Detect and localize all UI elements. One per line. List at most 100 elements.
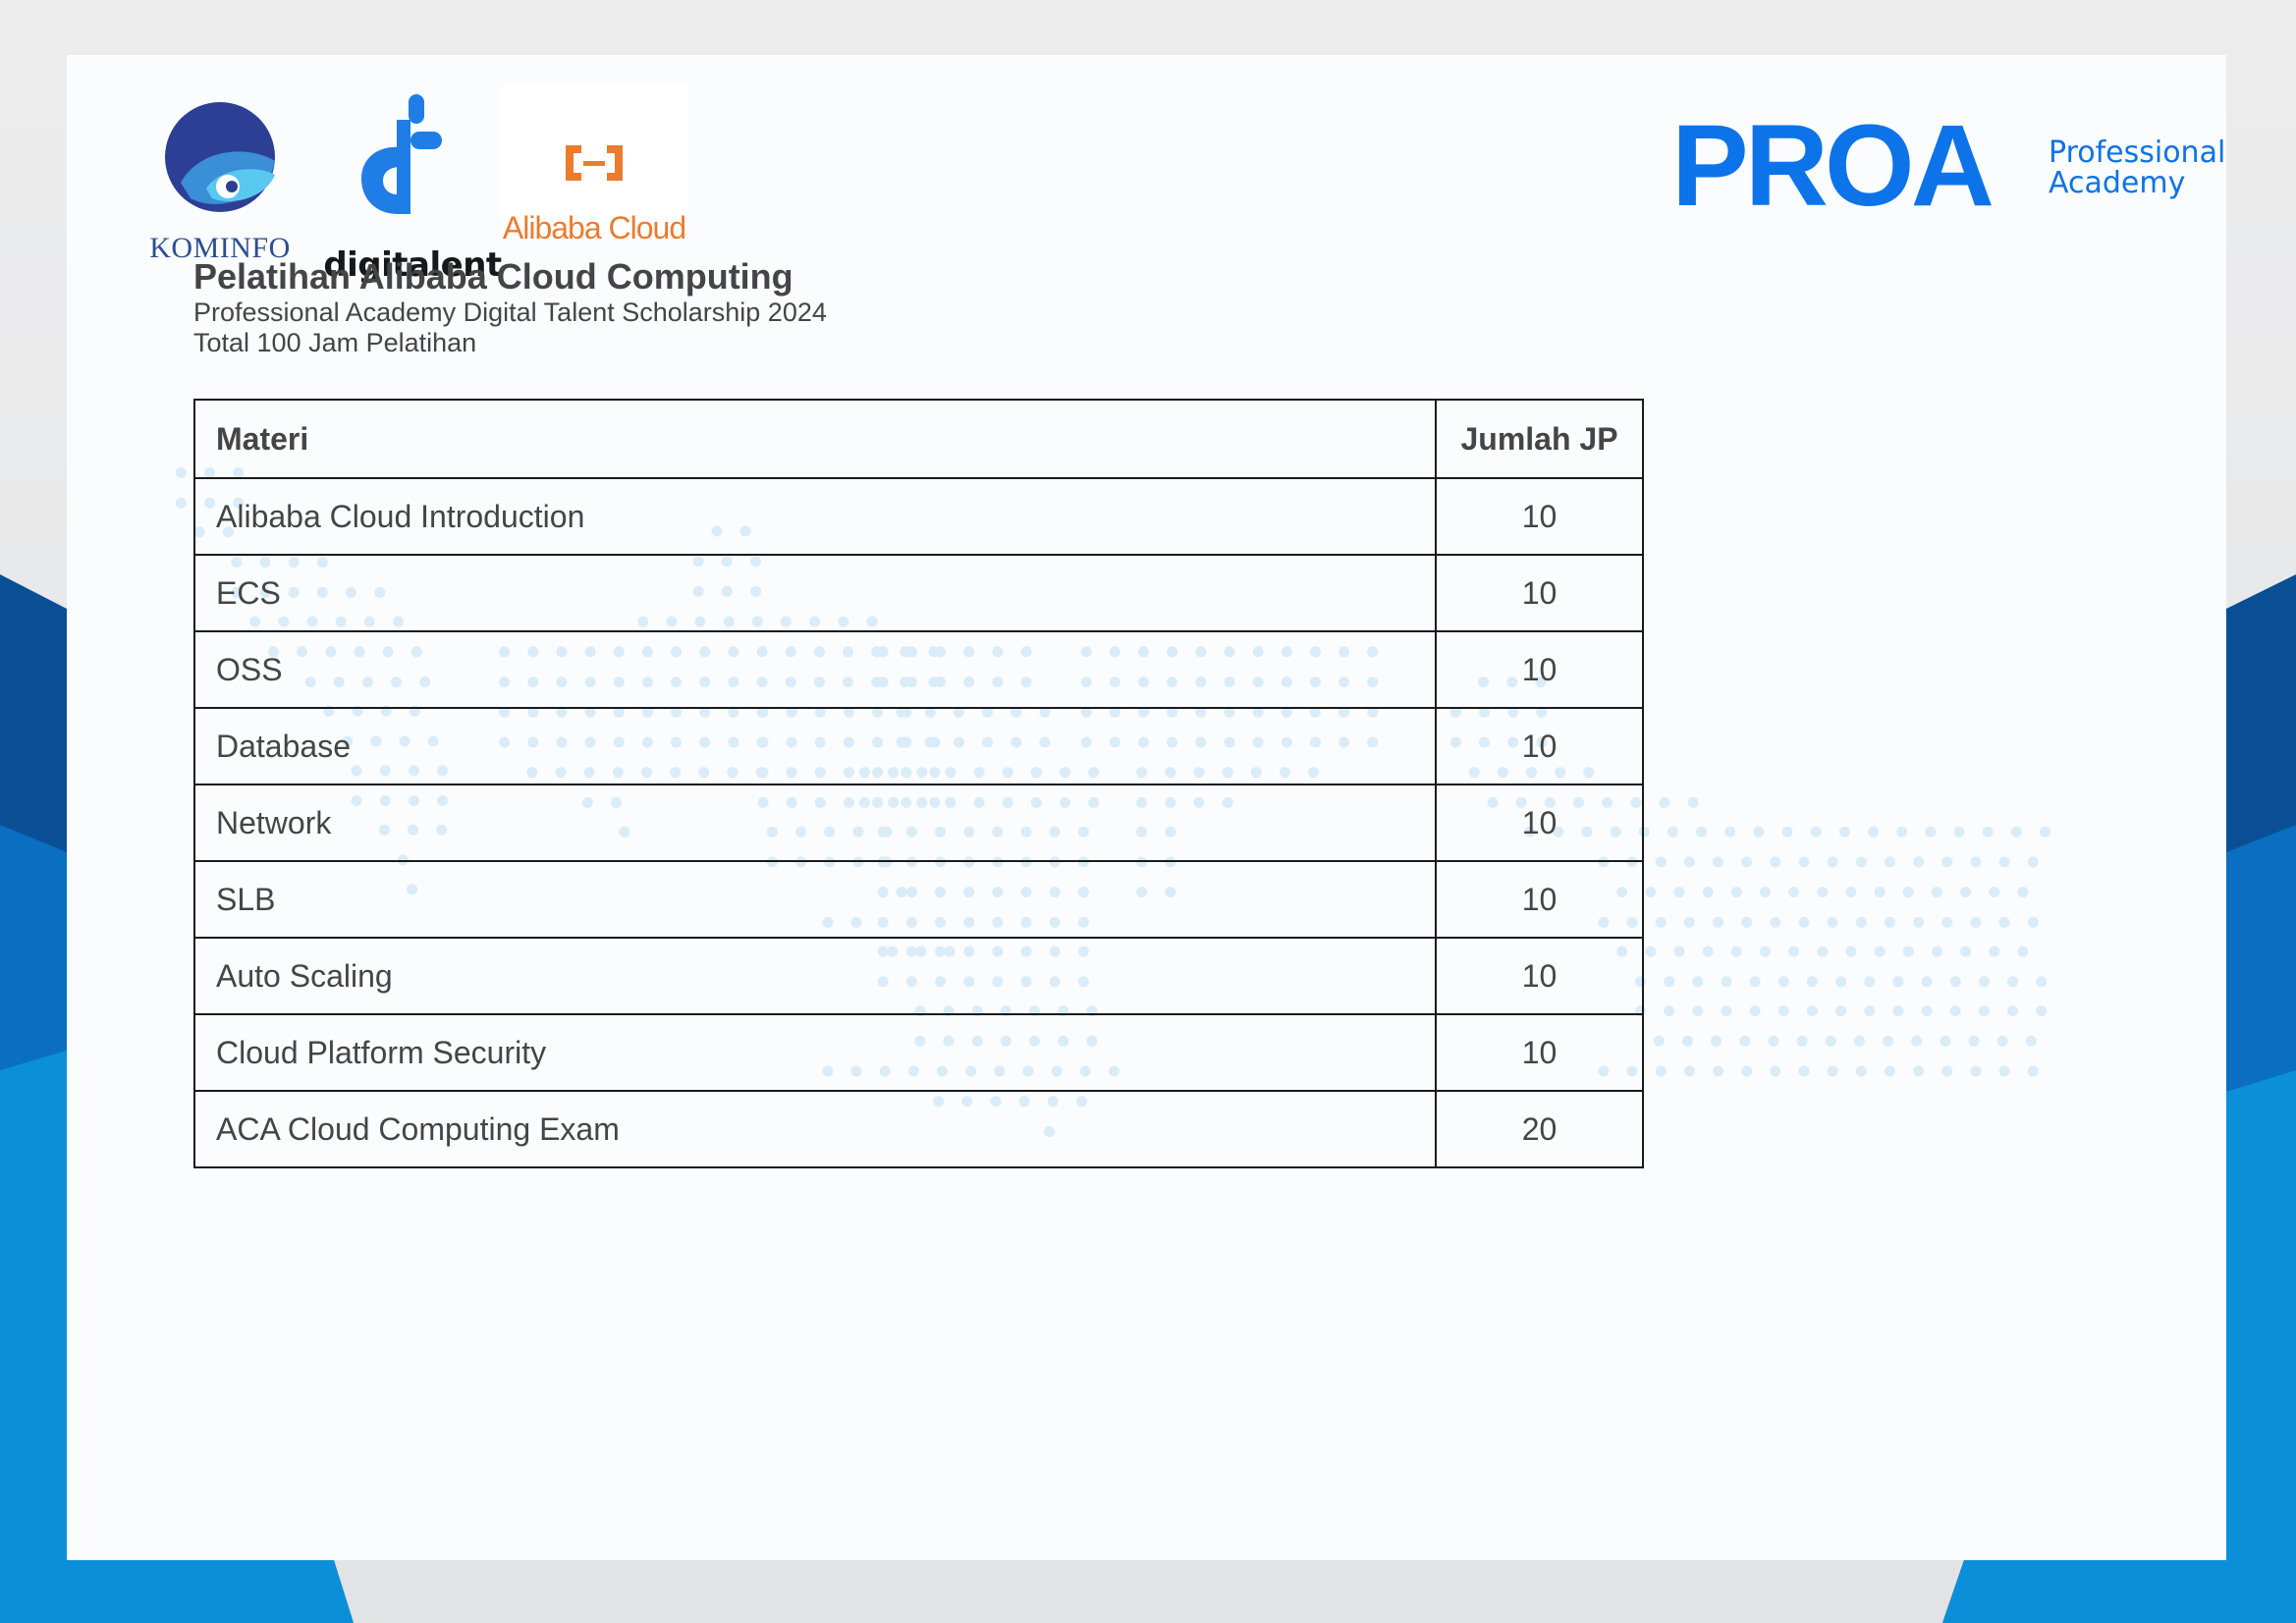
map-dot <box>1827 916 1838 928</box>
table-row: SLB 10 <box>193 860 1644 939</box>
map-dot <box>1806 976 1818 988</box>
map-dot <box>1655 916 1667 928</box>
map-dot <box>1835 1005 1847 1017</box>
proa-wordmark: PROA <box>1671 101 1995 231</box>
map-dot <box>2027 916 2039 928</box>
map-dot <box>1645 887 1657 898</box>
map-dot <box>1683 1065 1695 1077</box>
map-dot <box>1711 1035 1722 1047</box>
map-dot <box>2025 1035 2037 1047</box>
map-dot <box>1817 946 1829 957</box>
map-dot <box>1730 887 1742 898</box>
map-dot <box>1749 976 1761 988</box>
alibaba-cloud-logo: Alibaba Cloud <box>501 84 687 245</box>
map-dot <box>1770 916 1781 928</box>
map-dot <box>1653 1035 1665 1047</box>
map-dot <box>1838 826 1850 838</box>
kominfo-emblem-icon <box>165 102 275 212</box>
map-dot <box>1913 916 1925 928</box>
map-dot <box>1845 946 1857 957</box>
alibaba-cloud-bracket-icon <box>566 145 623 181</box>
table-row: Network 10 <box>193 784 1644 862</box>
map-dot <box>1874 946 1886 957</box>
map-dot <box>1892 1005 1904 1017</box>
map-dot <box>1968 1035 1980 1047</box>
map-dot <box>1921 1005 1933 1017</box>
cell-jp: 10 <box>1435 554 1644 632</box>
map-dot <box>1810 826 1822 838</box>
cell-jp: 10 <box>1435 1013 1644 1092</box>
map-dot <box>1949 976 1961 988</box>
map-dot <box>1998 856 2010 868</box>
map-dot <box>2036 1005 2048 1017</box>
page-subtitle: Professional Academy Digital Talent Scho… <box>193 298 827 327</box>
map-dot <box>1978 1005 1990 1017</box>
map-dot <box>1902 887 1914 898</box>
map-dot <box>1835 976 1847 988</box>
page-title: Pelatihan Alibaba Cloud Computing <box>193 256 793 297</box>
cell-jp: 10 <box>1435 937 1644 1015</box>
map-dot <box>1978 976 1990 988</box>
map-dot <box>1702 946 1714 957</box>
map-dot <box>1911 1035 1923 1047</box>
cell-jp: 10 <box>1435 630 1644 709</box>
table-row: Alibaba Cloud Introduction 10 <box>193 477 1644 556</box>
map-dot <box>1687 796 1699 808</box>
map-dot <box>1970 856 1982 868</box>
map-dot <box>1730 946 1742 957</box>
map-dot <box>1724 826 1736 838</box>
map-dot <box>1760 887 1771 898</box>
map-dot <box>1855 856 1867 868</box>
table-row: Database 10 <box>193 707 1644 785</box>
map-dot <box>1989 946 2000 957</box>
map-dot <box>1777 1005 1789 1017</box>
map-dot <box>1781 826 1793 838</box>
map-dot <box>1970 1065 1982 1077</box>
map-dot <box>2040 826 2050 838</box>
map-dot <box>1855 1065 1867 1077</box>
map-dot <box>1982 826 1994 838</box>
map-dot <box>1864 1005 1876 1017</box>
table-row: Cloud Platform Security 10 <box>193 1013 1644 1092</box>
map-dot <box>1692 1005 1704 1017</box>
map-dot <box>1868 826 1879 838</box>
map-dot <box>1913 1065 1925 1077</box>
map-dot <box>1931 946 1942 957</box>
heading-block: Pelatihan Alibaba Cloud Computing Profes… <box>193 256 827 358</box>
cell-materi: ACA Cloud Computing Exam <box>193 1090 1437 1168</box>
map-dot <box>1989 887 2000 898</box>
proa-subtitle-line1: Professional <box>2049 135 2226 170</box>
map-dot <box>1931 887 1942 898</box>
map-dot <box>2017 946 2029 957</box>
table-header-row: Materi Jumlah JP <box>193 399 1644 479</box>
cell-jp: 10 <box>1435 707 1644 785</box>
map-dot <box>2017 887 2029 898</box>
table-row: ECS 10 <box>193 554 1644 632</box>
cell-jp: 20 <box>1435 1090 1644 1168</box>
map-dot <box>1996 1035 2008 1047</box>
map-dot <box>1777 976 1789 988</box>
map-dot <box>1896 826 1908 838</box>
map-dot <box>1953 826 1965 838</box>
map-dot <box>1798 916 1810 928</box>
map-dot <box>175 466 187 478</box>
map-dot <box>1713 916 1723 928</box>
map-dot <box>1798 1065 1810 1077</box>
syllabus-table: Materi Jumlah JP Alibaba Cloud Introduct… <box>193 399 1644 1168</box>
map-dot <box>1827 1065 1838 1077</box>
proa-logo: PROA Professional Academy <box>1671 102 2225 224</box>
map-dot <box>2027 856 2039 868</box>
map-dot <box>1998 1065 2010 1077</box>
map-dot <box>1702 887 1714 898</box>
map-dot <box>2027 1065 2039 1077</box>
map-dot <box>1892 976 1904 988</box>
cell-materi: ECS <box>193 554 1437 632</box>
map-dot <box>1683 856 1695 868</box>
map-dot <box>1664 1005 1675 1017</box>
map-dot <box>1739 1035 1751 1047</box>
cell-jp: 10 <box>1435 477 1644 556</box>
map-dot <box>1941 1065 1953 1077</box>
map-dot <box>1768 1035 1779 1047</box>
cell-materi: Auto Scaling <box>193 937 1437 1015</box>
map-dot <box>1883 1035 1894 1047</box>
